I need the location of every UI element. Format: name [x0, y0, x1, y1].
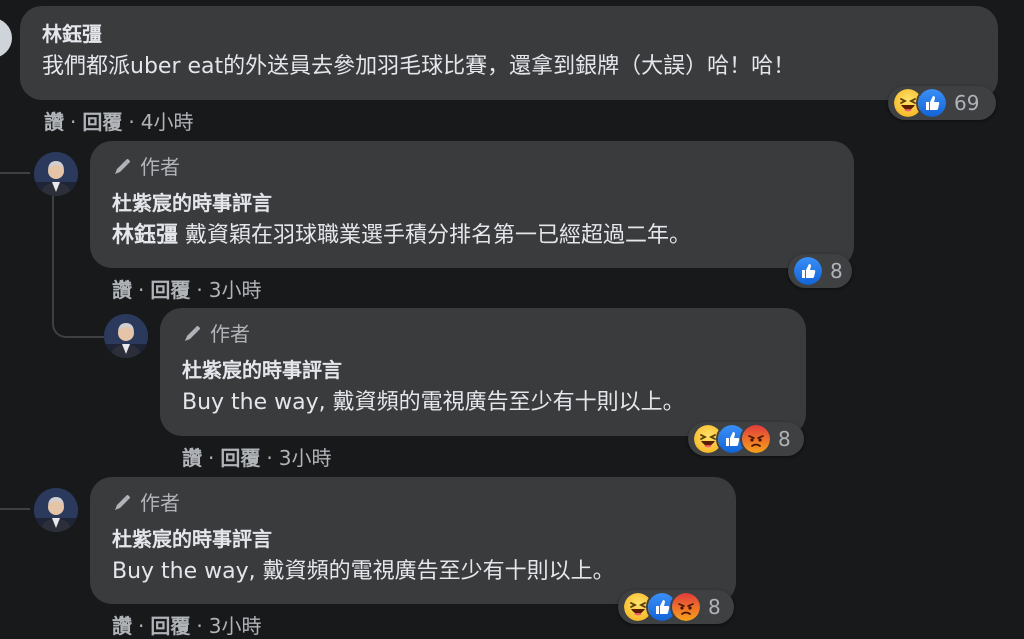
comment-actions: 讚 · 回覆 · 3小時 [112, 274, 261, 303]
comment-actions: 讚 · 回覆 · 3小時 [182, 442, 331, 471]
author-badge-label: 作者 [210, 322, 250, 346]
avatar[interactable] [104, 314, 148, 358]
angry-icon [670, 591, 702, 623]
avatar[interactable] [0, 18, 12, 58]
reaction-summary[interactable]: 8 [788, 254, 852, 288]
reply-link[interactable]: 回覆 [150, 610, 190, 639]
reaction-count: 8 [778, 427, 791, 451]
comment-text: 我們都派uber eat的外送員去參加羽毛球比賽，還拿到銀牌（大誤）哈！哈！ [42, 54, 796, 79]
timestamp[interactable]: 4小時 [141, 106, 194, 135]
avatar[interactable] [34, 488, 78, 532]
avatar[interactable] [34, 152, 78, 196]
comment-text: 林鈺彊 戴資穎在羽球職業選手積分排名第一已經超過二年。 [112, 221, 832, 251]
comment-author[interactable]: 杜紫宸的時事評言 [182, 358, 784, 382]
timestamp[interactable]: 3小時 [209, 274, 262, 303]
reaction-count: 69 [954, 91, 980, 115]
angry-icon [740, 423, 772, 455]
comment-bubble: 作者 杜紫宸的時事評言 Buy the way, 戴資頻的電視廣告至少有十則以上… [160, 308, 806, 436]
comment-author[interactable]: 杜紫宸的時事評言 [112, 191, 832, 215]
comment-author[interactable]: 林鈺彊 [42, 22, 976, 46]
like-link[interactable]: 讚 [44, 106, 64, 135]
mention-tag[interactable]: 林鈺彊 [112, 223, 178, 248]
like-link[interactable]: 讚 [112, 274, 132, 303]
thread-connector [0, 508, 30, 510]
timestamp[interactable]: 3小時 [209, 610, 262, 639]
author-badge: 作者 [112, 491, 714, 515]
author-badge: 作者 [182, 322, 784, 346]
like-icon [916, 87, 948, 119]
comment-actions: 讚 · 回覆 · 4小時 [44, 106, 193, 135]
comment-bubble: 作者 杜紫宸的時事評言 林鈺彊 戴資穎在羽球職業選手積分排名第一已經超過二年。 [90, 141, 854, 268]
pen-icon [112, 493, 132, 513]
reply-link[interactable]: 回覆 [150, 274, 190, 303]
comment-text: Buy the way, 戴資頻的電視廣告至少有十則以上。 [182, 390, 685, 415]
author-badge-label: 作者 [140, 491, 180, 515]
author-photo [34, 488, 78, 532]
comment-text: Buy the way, 戴資頻的電視廣告至少有十則以上。 [112, 559, 615, 584]
comment-bubble: 作者 杜紫宸的時事評言 Buy the way, 戴資頻的電視廣告至少有十則以上… [90, 477, 736, 604]
author-photo [104, 314, 148, 358]
reaction-count: 8 [830, 259, 843, 283]
reaction-count: 8 [708, 595, 721, 619]
like-link[interactable]: 讚 [182, 442, 202, 471]
comment-actions: 讚 · 回覆 · 3小時 [112, 610, 261, 639]
comment-author[interactable]: 杜紫宸的時事評言 [112, 527, 714, 551]
author-badge-label: 作者 [140, 155, 180, 179]
comment-bubble: 林鈺彊 我們都派uber eat的外送員去參加羽毛球比賽，還拿到銀牌（大誤）哈！… [20, 6, 998, 100]
comment-text-body: 戴資穎在羽球職業選手積分排名第一已經超過二年。 [185, 223, 692, 248]
pen-icon [112, 157, 132, 177]
reply-link[interactable]: 回覆 [82, 106, 122, 135]
timestamp[interactable]: 3小時 [279, 442, 332, 471]
thread-connector [0, 172, 30, 174]
reaction-summary[interactable]: 8 [618, 590, 734, 624]
like-link[interactable]: 讚 [112, 610, 132, 639]
reaction-summary[interactable]: 69 [888, 86, 996, 120]
pen-icon [182, 324, 202, 344]
author-badge: 作者 [112, 155, 832, 179]
reply-link[interactable]: 回覆 [220, 442, 260, 471]
like-icon [792, 255, 824, 287]
reaction-summary[interactable]: 8 [688, 422, 804, 456]
author-photo [34, 152, 78, 196]
